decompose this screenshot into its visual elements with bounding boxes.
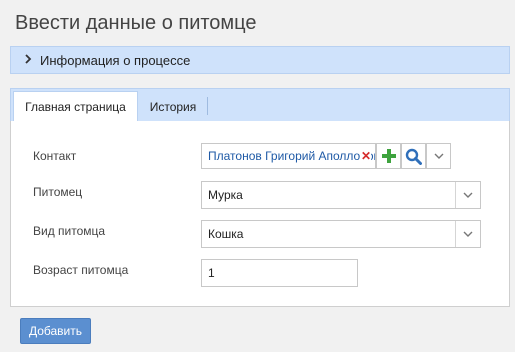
pet-type-select[interactable]: Кошка (201, 220, 481, 248)
chevron-right-icon (23, 53, 37, 67)
pet-label: Питомец (33, 185, 83, 199)
add-contact-button[interactable] (376, 143, 401, 169)
search-icon (405, 148, 422, 165)
process-info-panel[interactable]: Информация о процессе (10, 46, 510, 74)
tabs-bar: Главная страница История (10, 88, 510, 122)
plus-icon (381, 149, 396, 163)
pet-select[interactable]: Мурка (201, 181, 481, 209)
chevron-down-icon[interactable] (455, 182, 480, 208)
tab-main-page[interactable]: Главная страница (13, 91, 138, 122)
add-button[interactable]: Добавить (20, 318, 91, 344)
process-info-label: Информация о процессе (40, 52, 191, 68)
tab-label: Главная страница (25, 100, 126, 114)
search-contact-button[interactable] (401, 143, 426, 169)
pet-age-value: 1 (208, 266, 215, 280)
pet-type-value: Кошка (208, 227, 244, 241)
pet-age-input[interactable]: 1 (201, 259, 358, 287)
chevron-down-icon[interactable] (455, 221, 480, 247)
chevron-down-icon (434, 153, 443, 159)
tab-divider (207, 97, 208, 115)
clear-icon[interactable]: ✕ (359, 149, 371, 163)
contact-dropdown-button[interactable] (426, 143, 451, 169)
pet-value: Мурка (208, 188, 243, 202)
tab-label: История (149, 99, 197, 114)
tab-history[interactable]: История (138, 91, 208, 122)
contact-value[interactable]: Платонов Григорий Аполлонович (208, 149, 375, 163)
contact-lookup-field[interactable]: Платонов Григорий Аполлонович ✕ (201, 143, 376, 169)
page-title: Ввести данные о питомце (15, 12, 257, 34)
pet-type-label: Вид питомца (33, 224, 106, 238)
form-panel: Контакт Платонов Григорий Аполлонович ✕ … (10, 121, 510, 307)
pet-age-label: Возраст питомца (33, 263, 129, 277)
contact-label: Контакт (33, 149, 77, 163)
